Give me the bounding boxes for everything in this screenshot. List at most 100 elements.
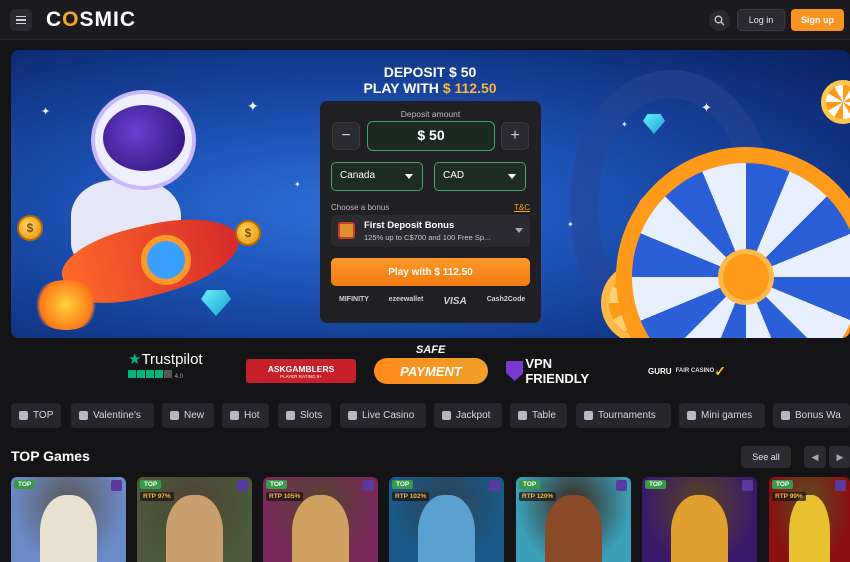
tab-top[interactable]: TOP xyxy=(11,403,61,428)
jackpot-icon xyxy=(442,411,451,420)
safe-payment-badge: SAFE PAYMENT xyxy=(374,344,488,392)
coin-icon: $ xyxy=(235,220,261,246)
hamburger-menu-icon[interactable] xyxy=(10,9,32,31)
tab-bonus-wagering[interactable]: Bonus Wa xyxy=(773,403,850,428)
gift-icon xyxy=(781,411,790,420)
rtp-badge: RTP 99% xyxy=(772,492,806,501)
top-badge: TOP xyxy=(14,480,36,489)
chevron-down-icon xyxy=(508,174,516,179)
game-card[interactable]: TOP RTP 97% xyxy=(137,477,252,562)
chevron-down-icon xyxy=(405,174,413,179)
cash2code-logo: Cash2Code xyxy=(486,296,526,303)
see-all-button[interactable]: See all xyxy=(741,446,791,468)
tab-tournaments[interactable]: Tournaments xyxy=(576,403,671,428)
prev-arrow-icon[interactable]: ◀ xyxy=(804,446,826,468)
ezeewallet-logo: ezeewallet xyxy=(388,296,424,303)
cosmic-logo[interactable]: COSMIC xyxy=(46,7,136,33)
game-artwork xyxy=(417,495,476,562)
flame-icon xyxy=(230,411,239,420)
deposit-amount-label: Deposit amount xyxy=(400,109,461,119)
country-select[interactable]: Canada xyxy=(331,162,423,191)
top-badge: TOP xyxy=(266,480,288,489)
star-icon: ✦ xyxy=(567,220,574,229)
hero-title: DEPOSIT $ 50 PLAY WITH $ 112.50 xyxy=(363,64,497,96)
tab-mini-games[interactable]: Mini games xyxy=(679,403,765,428)
visa-logo: VISA xyxy=(443,296,467,307)
star-icon: ✦ xyxy=(294,180,301,189)
gift-icon xyxy=(338,222,355,239)
game-card[interactable]: TOP xyxy=(11,477,126,562)
crown-icon xyxy=(111,480,122,491)
casino-guru-badge: GURU FAIR CASINO ✓ xyxy=(648,362,726,379)
tab-slots[interactable]: Slots xyxy=(278,403,331,428)
coin-icon: $ xyxy=(17,215,43,241)
tab-jackpot[interactable]: Jackpot xyxy=(434,403,502,428)
top-badge: TOP xyxy=(140,480,162,489)
top-badge: TOP xyxy=(645,480,667,489)
tab-valentines[interactable]: Valentine's xyxy=(71,403,154,428)
game-card[interactable]: TOP RTP 102% xyxy=(389,477,504,562)
increase-amount-button[interactable]: + xyxy=(501,122,529,150)
game-artwork xyxy=(291,495,350,562)
bell-icon xyxy=(170,411,179,420)
rtp-badge: RTP 120% xyxy=(519,492,557,501)
rtp-badge: RTP 105% xyxy=(266,492,304,501)
crown-icon xyxy=(742,480,753,491)
crown-icon xyxy=(489,480,500,491)
bonus-description: 125% up to C$700 and 100 Free Sp... xyxy=(364,233,491,242)
slots-icon xyxy=(286,411,295,420)
table-icon xyxy=(518,411,527,420)
check-icon: ✓ xyxy=(714,362,726,379)
trophy-icon xyxy=(584,411,593,420)
signup-button[interactable]: Sign up xyxy=(791,9,844,31)
game-card[interactable]: TOP RTP 120% xyxy=(516,477,631,562)
section-title: TOP Games xyxy=(11,448,90,464)
valentine-icon xyxy=(79,411,88,420)
bonus-select[interactable]: First Deposit Bonus 125% up to C$700 and… xyxy=(331,215,530,247)
terms-link[interactable]: T&C xyxy=(514,203,530,212)
deposit-panel: Deposit amount − $ 50 + Canada CAD Choos… xyxy=(320,101,541,323)
rating-stars xyxy=(128,370,173,380)
top-badge: TOP xyxy=(772,480,794,489)
rtp-badge: RTP 97% xyxy=(140,492,174,501)
decrease-amount-button[interactable]: − xyxy=(332,122,360,150)
play-button[interactable]: Play with $ 112.50 xyxy=(331,258,530,286)
bonus-title: First Deposit Bonus xyxy=(364,220,455,231)
crown-icon xyxy=(616,480,627,491)
casino-chip-icon xyxy=(821,80,850,124)
game-artwork xyxy=(39,495,98,562)
chevron-down-icon xyxy=(515,228,523,233)
game-artwork xyxy=(165,495,224,562)
tab-live-casino[interactable]: Live Casino xyxy=(340,403,426,428)
mifinity-logo: MIFINITY xyxy=(339,296,369,303)
game-artwork xyxy=(544,495,603,562)
tab-hot[interactable]: Hot xyxy=(222,403,269,428)
game-card[interactable]: TOP RTP 99% xyxy=(769,477,850,562)
star-icon: ★ xyxy=(128,351,142,368)
game-artwork xyxy=(789,495,830,562)
deposit-amount-input[interactable]: $ 50 xyxy=(367,121,495,151)
star-icon: ✦ xyxy=(621,120,628,129)
next-arrow-icon[interactable]: ▶ xyxy=(829,446,850,468)
login-button[interactable]: Log in xyxy=(737,9,785,31)
crown-icon xyxy=(237,480,248,491)
top-header: COSMIC Log in Sign up xyxy=(0,0,850,40)
choose-bonus-label: Choose a bonus xyxy=(331,203,390,212)
crown-icon xyxy=(363,480,374,491)
top-badge: TOP xyxy=(519,480,541,489)
askgamblers-badge: ASKGAMBLERS PLAYER RATING 9+ xyxy=(246,350,356,392)
game-card[interactable]: TOP RTP 105% xyxy=(263,477,378,562)
game-artwork xyxy=(670,495,729,562)
play-icon xyxy=(348,411,357,420)
grid-icon xyxy=(687,411,696,420)
shield-icon xyxy=(506,361,524,381)
top-badge: TOP xyxy=(392,480,414,489)
tab-table[interactable]: Table xyxy=(510,403,567,428)
tab-new[interactable]: New xyxy=(162,403,214,428)
game-card[interactable]: TOP xyxy=(642,477,757,562)
currency-select[interactable]: CAD xyxy=(434,162,526,191)
star-icon: ✦ xyxy=(701,100,712,115)
trustpilot-badge: ★Trustpilot 4.0 xyxy=(128,351,203,380)
crown-icon xyxy=(835,480,846,491)
search-icon[interactable] xyxy=(709,10,730,31)
